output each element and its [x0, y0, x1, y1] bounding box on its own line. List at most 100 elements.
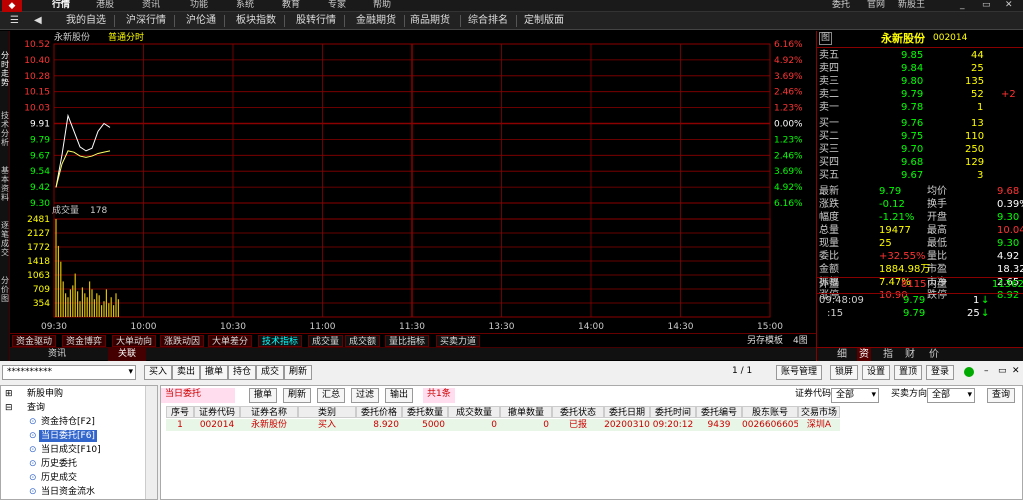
menu-quote[interactable]: 行情: [52, 0, 70, 11]
back-icon[interactable]: ◀: [30, 13, 46, 29]
table-cell[interactable]: 5000: [402, 419, 448, 431]
ind-volume[interactable]: 成交量: [308, 335, 344, 347]
tab-technical[interactable]: 技术分析: [0, 111, 10, 147]
ind-large-diff[interactable]: 大单差分: [208, 335, 253, 347]
menu-icon[interactable]: ☰: [6, 13, 23, 29]
query-button[interactable]: 查询: [987, 388, 1016, 403]
nav-com-futures[interactable]: 商品期货: [406, 13, 454, 29]
menu-website[interactable]: 官网: [867, 0, 885, 11]
qtab-detail[interactable]: 细: [837, 348, 847, 361]
buy-button[interactable]: 买入: [144, 365, 173, 380]
quote-header-icon[interactable]: 图: [819, 32, 833, 45]
table-header[interactable]: 交易市场: [798, 406, 840, 418]
table-cell[interactable]: 0: [448, 419, 500, 431]
tab-fundamental[interactable]: 基本资料: [0, 166, 10, 202]
ind-fund-game[interactable]: 资金博弈: [62, 335, 107, 347]
table-cell[interactable]: 002014: [194, 419, 240, 431]
pin-top-button[interactable]: 置顶: [894, 365, 923, 380]
tree-history-orders[interactable]: 历史委托: [41, 458, 77, 470]
ind-large-order[interactable]: 大单动向: [112, 335, 157, 347]
table-header[interactable]: 序号: [166, 406, 194, 418]
minimize-icon[interactable]: –: [980, 365, 993, 380]
settings-button[interactable]: 设置: [862, 365, 891, 380]
tree-scrollbar[interactable]: [145, 386, 157, 499]
qtab-price[interactable]: 价: [929, 348, 939, 361]
nav-sh-sz[interactable]: 沪深行情: [122, 13, 170, 29]
nav-fin-futures[interactable]: 金融期货: [352, 13, 400, 29]
table-cell[interactable]: 深圳A: [798, 419, 840, 431]
qtab-fund[interactable]: 资: [857, 348, 871, 361]
table-cell[interactable]: 0: [500, 419, 552, 431]
table-header[interactable]: 证券代码: [194, 406, 240, 418]
table-cell[interactable]: 已报: [552, 419, 604, 431]
ind-volume-ratio[interactable]: 量比指标: [385, 335, 430, 347]
nav-sh-london[interactable]: 沪伦通: [182, 13, 220, 29]
panel-summary-button[interactable]: 汇总: [317, 388, 346, 403]
expand-icon[interactable]: ⊞: [5, 388, 13, 400]
close-icon[interactable]: ✕: [1008, 365, 1023, 380]
table-header[interactable]: 委托时间: [650, 406, 696, 418]
restore-icon[interactable]: ▭: [982, 0, 991, 11]
chart-stock-label[interactable]: 永新股份: [54, 33, 90, 43]
table-header[interactable]: 成交数量: [448, 406, 500, 418]
tree-fund-position[interactable]: 资金持仓[F2]: [41, 416, 95, 428]
lock-screen-button[interactable]: 锁屏: [830, 365, 859, 380]
menu-expert[interactable]: 专家: [328, 0, 346, 11]
tab-news[interactable]: 资讯: [38, 348, 76, 361]
qtab-finance[interactable]: 财: [905, 348, 915, 361]
table-header[interactable]: 类别: [298, 406, 356, 418]
ind-technical[interactable]: 技术指标: [258, 335, 303, 347]
tree-history-deals[interactable]: 历史成交: [41, 472, 77, 484]
menu-news[interactable]: 资讯: [142, 0, 160, 11]
table-header[interactable]: 委托日期: [604, 406, 650, 418]
menu-system[interactable]: 系统: [236, 0, 254, 11]
table-cell[interactable]: 0026606605: [742, 419, 799, 431]
table-header[interactable]: 委托状态: [552, 406, 604, 418]
tree-today-deals[interactable]: 当日成交[F10]: [41, 444, 101, 456]
qtab-index[interactable]: 指: [883, 348, 893, 361]
tab-intraday[interactable]: 分时走势: [0, 51, 10, 87]
table-cell[interactable]: 1: [166, 419, 194, 431]
table-cell[interactable]: 买入: [298, 419, 356, 431]
table-header[interactable]: 委托价格: [356, 406, 402, 418]
deal-button[interactable]: 成交: [256, 365, 285, 380]
account-manage-button[interactable]: 账号管理: [776, 365, 823, 380]
panel-export-button[interactable]: 输出: [385, 388, 414, 403]
panel-refresh-button[interactable]: 刷新: [283, 388, 312, 403]
refresh-button[interactable]: 刷新: [284, 365, 313, 380]
nav-custom[interactable]: 定制版面: [520, 13, 568, 29]
tab-ticks[interactable]: 逐笔成交: [0, 221, 10, 257]
tree-ipo[interactable]: 新股申购: [27, 388, 63, 400]
menu-trade[interactable]: 委托: [832, 0, 850, 11]
four-chart-button[interactable]: 4图: [790, 335, 811, 347]
nav-watchlist[interactable]: 我的自选: [62, 13, 110, 29]
ind-buy-sell-force[interactable]: 买卖力道: [436, 335, 481, 347]
nav-ranking[interactable]: 综合排名: [464, 13, 512, 29]
tree-today-orders[interactable]: 当日委托[F6]: [39, 430, 97, 442]
minimize-icon[interactable]: _: [960, 0, 965, 11]
save-template-button[interactable]: 另存模板: [744, 335, 786, 347]
position-button[interactable]: 持仓: [228, 365, 257, 380]
tab-related[interactable]: 关联: [108, 348, 147, 361]
tree-query[interactable]: 查询: [27, 402, 45, 414]
menu-function[interactable]: 功能: [190, 0, 208, 11]
table-cell[interactable]: 永新股份: [240, 419, 298, 431]
table-header[interactable]: 撤单数量: [500, 406, 552, 418]
nav-sector[interactable]: 板块指数: [232, 13, 280, 29]
collapse-icon[interactable]: ⊟: [5, 402, 13, 414]
chart-period-label[interactable]: 普通分时: [108, 33, 144, 43]
table-header[interactable]: 股东账号: [742, 406, 798, 418]
table-header[interactable]: 委托数量: [402, 406, 448, 418]
tab-price-dist[interactable]: 分价图: [0, 276, 10, 303]
table-header[interactable]: 委托编号: [696, 406, 742, 418]
menu-ipo[interactable]: 新股王: [898, 0, 925, 11]
panel-cancel-button[interactable]: 撤单: [249, 388, 278, 403]
table-header[interactable]: 证券名称: [240, 406, 298, 418]
tree-cash-flow[interactable]: 当日资金流水: [41, 486, 95, 498]
ind-amount[interactable]: 成交额: [345, 335, 381, 347]
menu-education[interactable]: 教育: [282, 0, 300, 11]
intraday-chart[interactable]: 10.52 6.16% 10.40 4.92% 10.28 3.69% 10.15 2.46%…: [10, 31, 816, 336]
ind-rise-fall[interactable]: 涨跌动因: [160, 335, 205, 347]
panel-filter-button[interactable]: 过滤: [351, 388, 380, 403]
sell-button[interactable]: 卖出: [172, 365, 201, 380]
